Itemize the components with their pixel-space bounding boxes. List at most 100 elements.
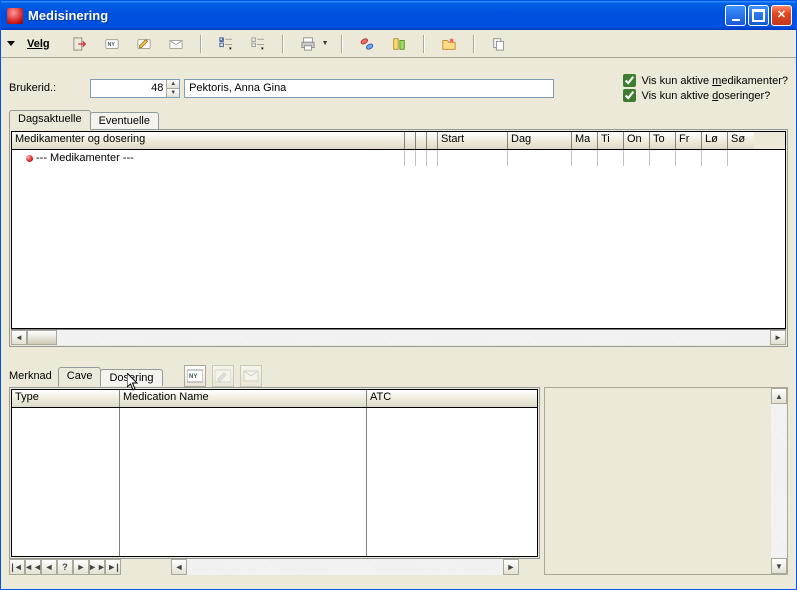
scroll-thumb[interactable] <box>27 330 57 345</box>
nav-scroll-left-icon[interactable]: ◄ <box>171 559 187 575</box>
bottom-new-button[interactable]: NY <box>184 365 206 387</box>
scroll-right-icon[interactable]: ► <box>770 330 786 345</box>
vscroll-up-icon[interactable]: ▲ <box>771 388 787 404</box>
filter-aktive-medikamenter[interactable]: Vis kun aktive medikamenter? <box>623 74 788 87</box>
toolbar-checklist2-icon[interactable] <box>250 36 266 52</box>
tab-cave[interactable]: Cave <box>58 367 102 387</box>
tabs-bottom-row: Merknad Cave Dosering NY <box>9 365 788 387</box>
panel-top: Medikamenter og dosering Start Dag Ma Ti… <box>9 129 788 347</box>
scroll-left-icon[interactable]: ◄ <box>11 330 27 345</box>
nav-scroll-right-icon[interactable]: ► <box>503 559 519 575</box>
user-name-field[interactable]: Pektoris, Anna Gina <box>184 79 554 98</box>
grid-body[interactable]: --- Medikamenter --- <box>12 150 785 328</box>
nav-nextpage-icon[interactable]: ►► <box>89 559 105 575</box>
nav-question-icon[interactable]: ? <box>57 559 73 575</box>
notes-pane[interactable]: ▲ ▼ <box>544 387 788 575</box>
bottom-edit-button <box>212 365 234 387</box>
toolbar-print-icon[interactable] <box>300 36 316 52</box>
aktive-dos-label: Vis kun aktive doseringer? <box>641 90 770 102</box>
brukerid-label: Brukerid.: <box>9 82 56 94</box>
tab-dosering[interactable]: Dosering <box>100 369 162 386</box>
toolbar-separator <box>423 35 425 53</box>
aktive-med-checkbox[interactable] <box>623 74 636 87</box>
nav-prev-icon[interactable]: ◄ <box>41 559 57 575</box>
toolbar-folder-icon[interactable] <box>441 36 457 52</box>
filter-aktive-doseringer[interactable]: Vis kun aktive doseringer? <box>623 89 788 102</box>
brukerid-input[interactable]: ▲ ▼ <box>90 79 180 98</box>
menu-velg[interactable]: Velg <box>27 38 50 50</box>
grid-hscroll[interactable]: ◄ ► <box>11 329 786 345</box>
col-so[interactable]: Sø <box>728 132 754 149</box>
toolbar-checklist1-icon[interactable] <box>218 36 234 52</box>
col-dag[interactable]: Dag <box>508 132 572 149</box>
medication-grid: Medikamenter og dosering Start Dag Ma Ti… <box>11 131 786 329</box>
col-type[interactable]: Type <box>12 390 120 407</box>
svg-text:NY: NY <box>107 41 115 47</box>
col-to[interactable]: To <box>650 132 676 149</box>
row-medikamenter[interactable]: --- Medikamenter --- <box>12 150 405 166</box>
svg-text:NY: NY <box>189 374 197 380</box>
col-medikamenter[interactable]: Medikamenter og dosering <box>12 132 405 149</box>
scroll-track[interactable] <box>57 330 770 345</box>
col-atc[interactable]: ATC <box>367 390 537 407</box>
nav-prevpage-icon[interactable]: ◄◄ <box>25 559 41 575</box>
toolbar-separator <box>282 35 284 53</box>
spin-down-icon[interactable]: ▼ <box>166 89 179 97</box>
titlebar: Medisinering <box>1 1 796 30</box>
toolbar-mail-icon[interactable] <box>168 36 184 52</box>
merknad-label[interactable]: Merknad <box>9 370 52 382</box>
col-on[interactable]: On <box>624 132 650 149</box>
bottom-mail-button <box>240 365 262 387</box>
grid-header: Medikamenter og dosering Start Dag Ma Ti… <box>12 132 785 150</box>
app-window: Medisinering Velg NY <box>0 0 797 590</box>
red-dot-icon <box>26 155 33 162</box>
toolbar-copy-icon[interactable] <box>491 36 507 52</box>
col-lo[interactable]: Lø <box>702 132 728 149</box>
maximize-button[interactable] <box>748 5 769 26</box>
aktive-med-label: Vis kun aktive medikamenter? <box>641 75 788 87</box>
col-ti[interactable]: Ti <box>598 132 624 149</box>
brukerid-field[interactable] <box>91 80 166 97</box>
nav-last-icon[interactable]: ►| <box>105 559 121 575</box>
nav-scroll-track[interactable] <box>187 559 503 575</box>
close-button[interactable] <box>771 5 792 26</box>
col-start[interactable]: Start <box>438 132 508 149</box>
toolbar-separator <box>200 35 202 53</box>
col-medname[interactable]: Medication Name <box>120 390 367 407</box>
spin-up-icon[interactable]: ▲ <box>166 80 179 89</box>
tab-eventuelle[interactable]: Eventuelle <box>90 112 159 129</box>
app-icon <box>7 8 23 24</box>
toolbar-edit-icon[interactable] <box>136 36 152 52</box>
nav-first-icon[interactable]: |◄ <box>9 559 25 575</box>
toolbar-dropdown-icon[interactable] <box>7 41 15 46</box>
toolbar-new-icon[interactable]: NY <box>104 36 120 52</box>
col-blank1[interactable] <box>405 132 416 149</box>
toolbar-exit-icon[interactable] <box>72 36 88 52</box>
notes-vscroll[interactable]: ▲ ▼ <box>771 388 787 574</box>
toolbar-separator <box>341 35 343 53</box>
bottom-area: Type Medication Name ATC <box>9 387 788 575</box>
toolbar-pills-icon[interactable] <box>359 36 375 52</box>
tabs-top: Dagsaktuelle Eventuelle <box>9 110 788 129</box>
user-row: Brukerid.: ▲ ▼ Pektoris, Anna Gina Vis k… <box>9 74 788 102</box>
toolbar-pills2-icon[interactable] <box>391 36 407 52</box>
content-area: Brukerid.: ▲ ▼ Pektoris, Anna Gina Vis k… <box>1 58 796 589</box>
col-blank2[interactable] <box>416 132 427 149</box>
toolbar-separator <box>473 35 475 53</box>
cave-grid: Type Medication Name ATC <box>11 389 538 557</box>
aktive-dos-checkbox[interactable] <box>623 89 636 102</box>
cave-grid-body[interactable] <box>12 408 537 556</box>
record-navigator: |◄ ◄◄ ◄ ? ► ►► ►| ◄ ► <box>9 559 540 575</box>
col-blank3[interactable] <box>427 132 438 149</box>
row-label: --- Medikamenter --- <box>36 151 134 165</box>
vscroll-down-icon[interactable]: ▼ <box>771 558 787 574</box>
toolbar-print-dropdown-icon[interactable]: ▼ <box>322 40 329 47</box>
nav-next-icon[interactable]: ► <box>73 559 89 575</box>
col-fr[interactable]: Fr <box>676 132 702 149</box>
table-row[interactable]: --- Medikamenter --- <box>12 150 785 166</box>
panel-bottom: Type Medication Name ATC <box>9 387 540 559</box>
window-title: Medisinering <box>28 8 725 23</box>
minimize-button[interactable] <box>725 5 746 26</box>
col-ma[interactable]: Ma <box>572 132 598 149</box>
tab-dagsaktuelle[interactable]: Dagsaktuelle <box>9 110 91 130</box>
